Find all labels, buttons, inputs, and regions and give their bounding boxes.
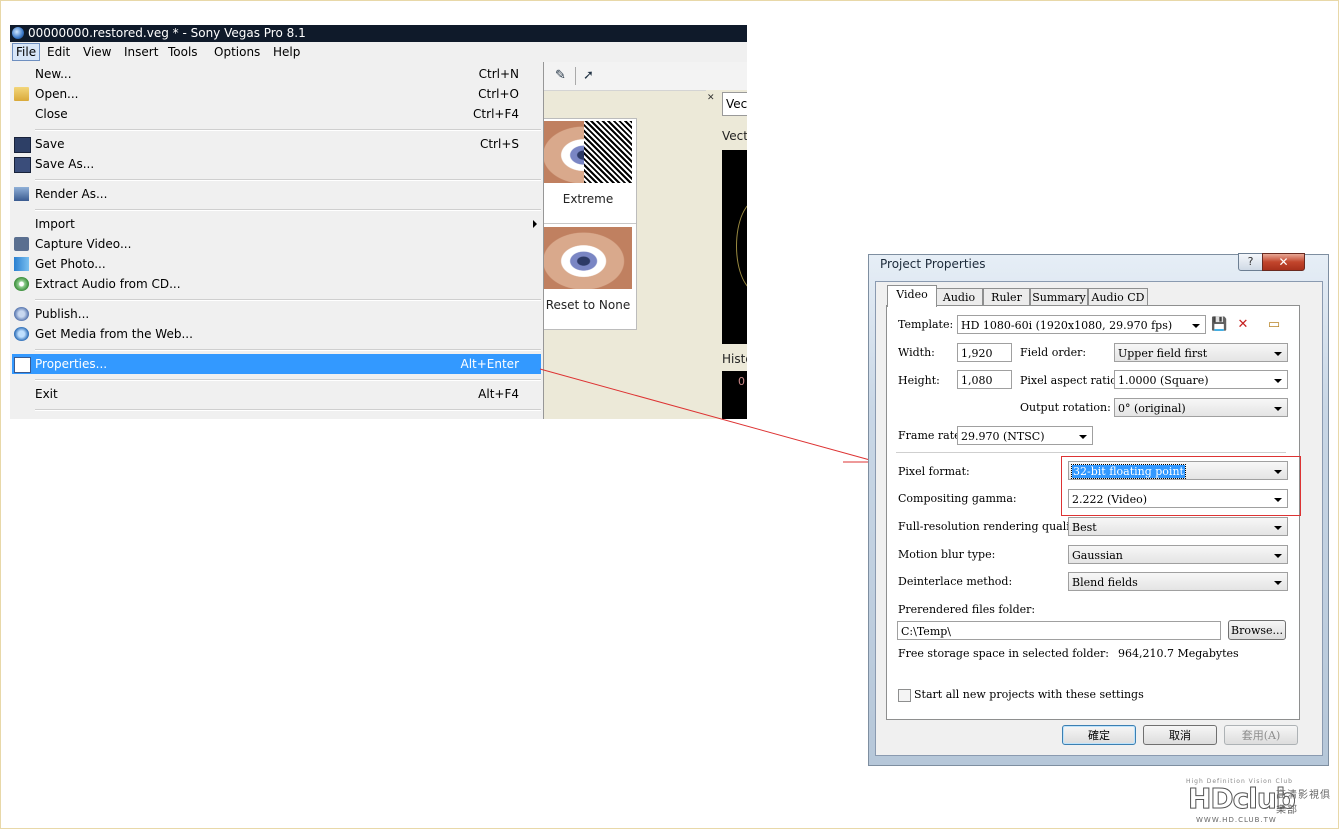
pixel-aspect-ratio-label: Pixel aspect ratio: <box>1020 374 1121 387</box>
compositing-gamma-label: Compositing gamma: <box>898 492 1017 505</box>
rendering-quality-dropdown[interactable]: Best <box>1068 517 1288 536</box>
tab-audio[interactable]: Audio <box>935 288 983 306</box>
rendering-quality-label: Full-resolution rendering quality: <box>898 520 1085 533</box>
free-space-value: 964,210.7 Megabytes <box>1118 647 1239 660</box>
frame-rate-label: Frame rate: <box>898 429 965 442</box>
width-label: Width: <box>898 346 935 359</box>
field-order-dropdown[interactable]: Upper field first <box>1114 343 1288 362</box>
template-label: Template: <box>898 318 954 331</box>
section-divider <box>896 452 1286 453</box>
browse-button[interactable]: Browse... <box>1228 620 1286 640</box>
deinterlace-dropdown[interactable]: Blend fields <box>1068 572 1288 591</box>
close-button[interactable]: ✕ <box>1262 253 1305 271</box>
template-dropdown[interactable]: HD 1080-60i (1920x1080, 29.970 fps) <box>957 315 1206 334</box>
output-rotation-label: Output rotation: <box>1020 401 1111 414</box>
cancel-button[interactable]: 取消 <box>1143 725 1217 745</box>
dialog-title: Project Properties <box>880 257 986 271</box>
help-button[interactable]: ? <box>1238 253 1263 271</box>
tab-ruler[interactable]: Ruler <box>983 288 1030 306</box>
prerendered-folder-input[interactable]: C:\Temp\ <box>897 621 1221 640</box>
deinterlace-label: Deinterlace method: <box>898 575 1013 588</box>
prerendered-folder-label: Prerendered files folder: <box>898 603 1036 616</box>
motion-blur-dropdown[interactable]: Gaussian <box>1068 545 1288 564</box>
annotation-line <box>539 368 871 461</box>
width-input[interactable]: 1,920 <box>957 343 1012 362</box>
pixel-format-label: Pixel format: <box>898 465 970 478</box>
ok-button[interactable]: 確定 <box>1062 725 1136 745</box>
start-all-label: Start all new projects with these settin… <box>914 688 1144 701</box>
watermark-chinese: 高清影視俱樂部 <box>1276 790 1331 816</box>
tab-video[interactable]: Video <box>887 285 937 307</box>
motion-blur-label: Motion blur type: <box>898 548 996 561</box>
tab-summary[interactable]: Summary <box>1030 288 1088 306</box>
height-input[interactable]: 1,080 <box>957 370 1012 389</box>
hdclub-watermark: High Definition Vision Club HDclub 高清影視俱… <box>1186 778 1331 826</box>
watermark-url: WWW.HD.CLUB.TW <box>1196 816 1277 824</box>
start-all-checkbox[interactable] <box>898 689 911 702</box>
output-rotation-dropdown[interactable]: 0° (original) <box>1114 398 1288 417</box>
free-space-label: Free storage space in selected folder: <box>898 647 1110 660</box>
delete-template-icon[interactable]: ✕ <box>1235 317 1251 332</box>
annotation-highlight-box <box>1061 456 1301 516</box>
folder-open-icon[interactable]: ▭ <box>1266 317 1282 332</box>
save-template-icon[interactable]: 💾 <box>1211 317 1227 332</box>
frame-rate-dropdown[interactable]: 29.970 (NTSC) <box>957 426 1093 445</box>
height-label: Height: <box>898 374 940 387</box>
pixel-aspect-ratio-dropdown[interactable]: 1.0000 (Square) <box>1114 370 1288 389</box>
field-order-label: Field order: <box>1020 346 1087 359</box>
tab-audio-cd[interactable]: Audio CD <box>1088 288 1148 306</box>
apply-button[interactable]: 套用(A) <box>1224 725 1298 745</box>
